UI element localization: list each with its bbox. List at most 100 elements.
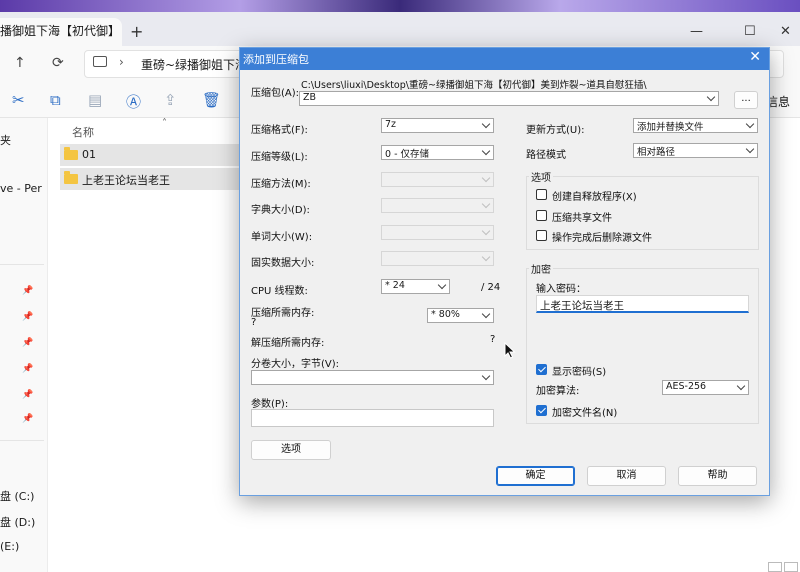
paste-icon[interactable]: ▤: [88, 91, 102, 109]
add-to-archive-dialog: 添加到压缩包 ✕ 压缩包(A): C:\Users\liuxi\Desktop\…: [239, 47, 770, 496]
folder-icon: [64, 171, 78, 184]
chevron-down-icon: [482, 253, 491, 262]
params-label: 参数(P):: [251, 399, 289, 410]
cpu-label: CPU 线程数:: [251, 286, 308, 297]
sidebar-item-drive-e[interactable]: (E:): [0, 540, 19, 553]
show-password-checkbox[interactable]: [536, 364, 547, 375]
sidebar-item-drive-c[interactable]: 盘 (C:): [0, 488, 34, 504]
up-arrow-icon[interactable]: ↑: [14, 55, 26, 71]
encryption-method-combo[interactable]: AES-256: [662, 380, 749, 395]
password-value: 上老王论坛当老王: [540, 300, 624, 312]
chevron-down-icon[interactable]: [746, 120, 755, 129]
solid-combo[interactable]: [381, 251, 494, 266]
memory-usage-combo[interactable]: * 80%: [427, 308, 494, 323]
copy-icon[interactable]: ⧉: [50, 91, 61, 109]
computer-icon: [93, 56, 107, 67]
chevron-down-icon[interactable]: [482, 120, 491, 129]
wallpaper-strip: [0, 0, 800, 12]
maximize-icon[interactable]: ☐: [744, 24, 756, 39]
chevron-down-icon[interactable]: [737, 382, 746, 391]
encryption-group-title: 加密: [529, 261, 553, 276]
sidebar-item-drive-d[interactable]: 盘 (D:): [0, 514, 35, 530]
password-label: 输入密码：: [536, 284, 586, 295]
browse-button[interactable]: ...: [734, 91, 758, 109]
delete-after-checkbox[interactable]: [536, 230, 547, 241]
encrypt-names-checkbox[interactable]: [536, 405, 547, 416]
chevron-down-icon[interactable]: [707, 93, 716, 102]
delete-icon[interactable]: 🗑: [202, 91, 221, 109]
close-window-icon[interactable]: ✕: [780, 24, 791, 39]
encrypt-names-label[interactable]: 加密文件名(N): [552, 404, 617, 419]
encryption-method-value: AES-256: [666, 381, 707, 392]
rename-icon[interactable]: Ⓐ: [126, 91, 141, 112]
memory-usage-value: * 80%: [431, 309, 460, 320]
delete-after-label[interactable]: 操作完成后删除源文件: [552, 229, 652, 244]
archive-label: 压缩包(A):: [251, 88, 300, 99]
column-header-name[interactable]: 名称: [72, 124, 94, 140]
archive-name-value: ZB: [303, 92, 317, 103]
split-label: 分卷大小，字节(V):: [251, 359, 340, 370]
new-tab-button[interactable]: +: [130, 22, 143, 41]
mem-comp-label: 压缩所需内存:: [251, 308, 315, 319]
chevron-down-icon[interactable]: [482, 147, 491, 156]
file-row[interactable]: 01: [60, 144, 240, 166]
mem-decomp-unknown: ?: [490, 334, 496, 345]
chevron-down-icon[interactable]: [482, 372, 491, 381]
chevron-down-icon[interactable]: [746, 145, 755, 154]
sort-up-icon: ˄: [162, 118, 167, 129]
level-label: 压缩等级(L):: [251, 152, 308, 163]
sidebar-item-onedrive[interactable]: ve - Per: [0, 182, 42, 195]
navigation-pane: 夹 ve - Per 📌 📌 📌 📌 📌 📌 盘 (C:) 盘 (D:) (E:…: [0, 118, 48, 572]
minimize-icon[interactable]: —: [690, 24, 703, 39]
details-view-icon[interactable]: [768, 562, 782, 572]
chevron-down-icon: [482, 174, 491, 183]
sidebar-item-folder[interactable]: 夹: [0, 132, 11, 148]
level-combo[interactable]: 0 - 仅存储: [381, 145, 494, 160]
pin-icon: 📌: [22, 414, 34, 424]
update-mode-combo[interactable]: 添加并替换文件: [633, 118, 758, 133]
help-button[interactable]: 帮助: [678, 466, 757, 486]
show-password-label[interactable]: 显示密码(S): [552, 363, 606, 378]
ok-button[interactable]: 确定: [496, 466, 575, 486]
tiles-view-icon[interactable]: [784, 562, 798, 572]
sfx-checkbox[interactable]: [536, 189, 547, 200]
options-button[interactable]: 选项: [251, 440, 331, 460]
shared-files-label[interactable]: 压缩共享文件: [552, 209, 612, 224]
options-group-title: 选项: [529, 169, 553, 184]
dialog-title-bar[interactable]: 添加到压缩包 ✕: [240, 48, 769, 70]
shared-files-checkbox[interactable]: [536, 210, 547, 221]
archive-path: C:\Users\liuxi\Desktop\重磅~绿播御姐下海【初代御】美到炸…: [301, 80, 647, 91]
mem-decomp-label: 解压缩所需内存:: [251, 338, 325, 349]
encryption-method-label: 加密算法:: [536, 386, 580, 397]
tab-current-folder[interactable]: 播御姐下海【初代御】: [0, 18, 122, 46]
dict-combo[interactable]: [381, 198, 494, 213]
cpu-value: * 24: [385, 280, 405, 291]
method-combo[interactable]: [381, 172, 494, 187]
chevron-down-icon[interactable]: [482, 310, 491, 319]
chevron-down-icon[interactable]: [438, 281, 447, 290]
refresh-icon[interactable]: ⟳: [52, 55, 64, 71]
sfx-label[interactable]: 创建自释放程序(X): [552, 188, 637, 203]
pin-icon: 📌: [22, 312, 34, 322]
dialog-title: 添加到压缩包: [243, 53, 309, 66]
format-combo[interactable]: 7z: [381, 118, 494, 133]
path-mode-value: 相对路径: [637, 147, 676, 158]
password-input[interactable]: 上老王论坛当老王: [536, 295, 749, 313]
split-volume-combo[interactable]: [251, 370, 494, 385]
chevron-right-icon[interactable]: ›: [119, 55, 124, 69]
cut-icon[interactable]: ✂: [12, 91, 25, 109]
path-mode-combo[interactable]: 相对路径: [633, 143, 758, 158]
format-value: 7z: [385, 119, 397, 130]
level-value: 0 - 仅存储: [385, 149, 430, 160]
share-icon[interactable]: ⇪: [164, 91, 177, 109]
cancel-button[interactable]: 取消: [587, 466, 666, 486]
params-input[interactable]: [251, 409, 494, 427]
archive-name-combo[interactable]: ZB: [299, 91, 719, 106]
file-row[interactable]: 上老王论坛当老王: [60, 168, 240, 190]
cpu-combo[interactable]: * 24: [381, 279, 450, 294]
pin-icon: 📌: [22, 390, 34, 400]
close-icon[interactable]: ✕: [749, 49, 761, 65]
file-name: 01: [82, 148, 96, 161]
word-combo[interactable]: [381, 225, 494, 240]
folder-icon: [64, 147, 78, 160]
